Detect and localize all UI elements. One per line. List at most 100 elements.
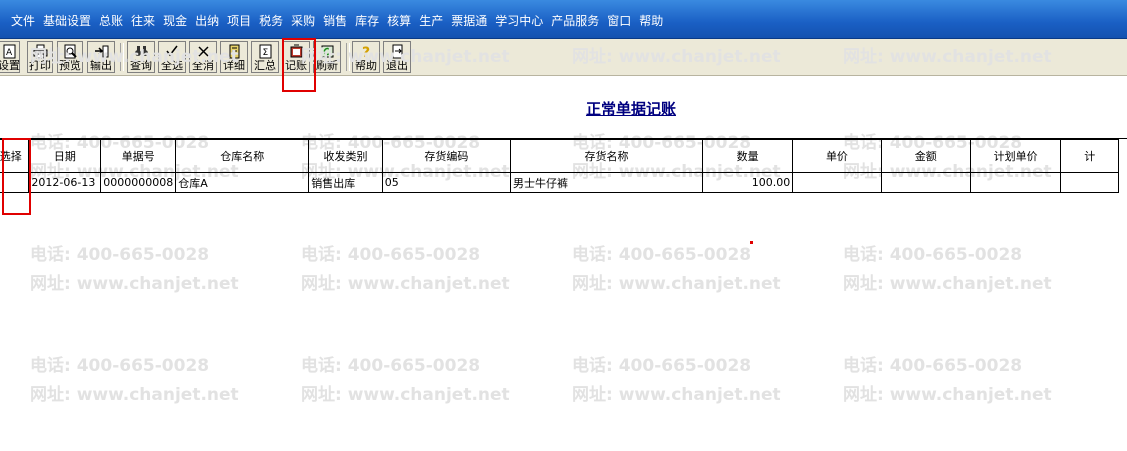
- printer-icon: [33, 44, 47, 59]
- select-all-icon: [165, 45, 178, 57]
- menu-window[interactable]: 窗口: [603, 12, 635, 29]
- menu-production[interactable]: 生产: [415, 12, 447, 29]
- watermark: 电话: 400-665-0028: [843, 356, 1023, 376]
- cell-unit-price[interactable]: [792, 172, 882, 193]
- svg-text:Σ: Σ: [262, 48, 268, 58]
- query-button[interactable]: 查询: [127, 41, 155, 73]
- refresh-icon: [321, 45, 333, 58]
- summary-label: 汇总: [254, 59, 276, 72]
- setup-button[interactable]: A 设置: [0, 41, 20, 73]
- watermark: 电话: 400-665-0028: [30, 245, 210, 265]
- menu-accounting[interactable]: 核算: [383, 12, 415, 29]
- watermark: 网址: www.chanjet.net: [843, 385, 1052, 405]
- watermark: 电话: 400-665-0028: [572, 356, 752, 376]
- column-header-warehouse[interactable]: 仓库名称: [175, 139, 310, 173]
- cell-date[interactable]: 2012-06-13: [28, 172, 102, 193]
- table-row[interactable]: 2012-06-13 0000000008 仓库A 销售出库 05 男士牛仔裤 …: [0, 172, 1119, 193]
- select-all-label: 全选: [161, 59, 183, 72]
- menu-product-service[interactable]: 产品服务: [547, 12, 603, 29]
- binoculars-icon: [134, 46, 148, 56]
- menu-cashier[interactable]: 出纳: [191, 12, 223, 29]
- deselect-all-icon: [197, 46, 209, 57]
- column-header-item-code[interactable]: 存货编码: [381, 139, 511, 173]
- deselect-all-button[interactable]: 全消: [189, 41, 217, 73]
- export-button[interactable]: 输出: [87, 41, 115, 73]
- column-header-select[interactable]: 选择: [0, 139, 30, 173]
- menu-project[interactable]: 项目: [223, 12, 255, 29]
- setup-label: 设置: [0, 59, 20, 72]
- cell-warehouse[interactable]: 仓库A: [175, 172, 310, 193]
- svg-text:A: A: [6, 48, 13, 58]
- red-marker-dot: [750, 241, 753, 244]
- menu-learning[interactable]: 学习中心: [491, 12, 547, 29]
- cell-plan-amount[interactable]: [1060, 172, 1119, 193]
- query-label: 查询: [130, 59, 152, 72]
- column-header-io-type[interactable]: 收发类别: [308, 139, 383, 173]
- watermark: 网址: www.chanjet.net: [30, 385, 239, 405]
- menu-bar: 文件 基础设置 总账 往来 现金 出纳 项目 税务 采购 销售 库存 核算 生产…: [0, 0, 1127, 39]
- exit-button[interactable]: 退出: [383, 41, 411, 73]
- cell-item-name[interactable]: 男士牛仔裤: [509, 172, 704, 193]
- detail-button[interactable]: 详细: [220, 41, 248, 73]
- print-button[interactable]: 打印: [27, 41, 53, 73]
- export-label: 输出: [90, 59, 112, 72]
- toolbar-separator: [346, 43, 350, 71]
- watermark: 网址: www.chanjet.net: [30, 274, 239, 294]
- cell-io-type[interactable]: 销售出库: [308, 172, 383, 193]
- menu-general-ledger[interactable]: 总账: [95, 12, 127, 29]
- posting-table: 选择 日期 单据号 仓库名称 收发类别 存货编码 存货名称 数量 单价 金额 计…: [0, 139, 1119, 193]
- menu-cash[interactable]: 现金: [159, 12, 191, 29]
- cell-item-code[interactable]: 05: [381, 172, 511, 193]
- column-header-doc-no[interactable]: 单据号: [100, 139, 177, 173]
- help-button[interactable]: ? 帮助: [352, 41, 380, 73]
- menu-help[interactable]: 帮助: [635, 12, 667, 29]
- preview-icon: [64, 44, 77, 59]
- detail-icon: [229, 44, 239, 59]
- watermark: 电话: 400-665-0028: [30, 356, 210, 376]
- watermark: 网址: www.chanjet.net: [572, 385, 781, 405]
- menu-basic-settings[interactable]: 基础设置: [39, 12, 95, 29]
- cell-quantity[interactable]: 100.00: [702, 172, 794, 193]
- cell-plan-price[interactable]: [969, 172, 1062, 193]
- cell-doc-no[interactable]: 0000000008: [100, 172, 177, 193]
- print-label: 打印: [29, 59, 51, 72]
- menu-tax[interactable]: 税务: [255, 12, 287, 29]
- refresh-button[interactable]: 刷新: [313, 41, 341, 73]
- watermark: 网址: www.chanjet.net: [843, 274, 1052, 294]
- watermark: 电话: 400-665-0028: [301, 356, 481, 376]
- column-header-plan-price[interactable]: 计划单价: [969, 139, 1062, 173]
- post-label: 记账: [285, 59, 307, 72]
- cell-amount[interactable]: [880, 172, 971, 193]
- column-header-date[interactable]: 日期: [28, 139, 102, 173]
- menu-receivables[interactable]: 往来: [127, 12, 159, 29]
- table-header-row: 选择 日期 单据号 仓库名称 收发类别 存货编码 存货名称 数量 单价 金额 计…: [0, 139, 1119, 173]
- menu-purchase[interactable]: 采购: [287, 12, 319, 29]
- menu-bills[interactable]: 票据通: [447, 12, 491, 29]
- column-header-quantity[interactable]: 数量: [702, 139, 794, 173]
- watermark: 网址: www.chanjet.net: [301, 274, 510, 294]
- help-icon: ?: [362, 45, 370, 59]
- column-header-item-name[interactable]: 存货名称: [509, 139, 704, 173]
- toolbar-separator: [120, 43, 124, 71]
- svg-text:?: ?: [362, 45, 370, 59]
- select-all-button[interactable]: 全选: [158, 41, 186, 73]
- watermark: 网址: www.chanjet.net: [572, 274, 781, 294]
- menu-sales[interactable]: 销售: [319, 12, 351, 29]
- detail-label: 详细: [223, 59, 245, 72]
- preview-label: 预览: [59, 59, 81, 72]
- post-button[interactable]: 记账: [282, 41, 310, 73]
- watermark: 电话: 400-665-0028: [572, 245, 752, 265]
- column-header-unit-price[interactable]: 单价: [792, 139, 882, 173]
- menu-inventory[interactable]: 库存: [351, 12, 383, 29]
- watermark: 电话: 400-665-0028: [843, 245, 1023, 265]
- column-header-amount[interactable]: 金额: [880, 139, 971, 173]
- deselect-all-label: 全消: [192, 59, 214, 72]
- cell-select[interactable]: [0, 172, 30, 193]
- menu-file[interactable]: 文件: [11, 12, 39, 29]
- column-header-plan-amount[interactable]: 计: [1060, 139, 1119, 173]
- page-title: 正常单据记账: [585, 100, 676, 118]
- summary-button[interactable]: Σ 汇总: [251, 41, 279, 73]
- refresh-label: 刷新: [316, 59, 338, 72]
- watermark: 网址: www.chanjet.net: [301, 385, 510, 405]
- preview-button[interactable]: 预览: [57, 41, 83, 73]
